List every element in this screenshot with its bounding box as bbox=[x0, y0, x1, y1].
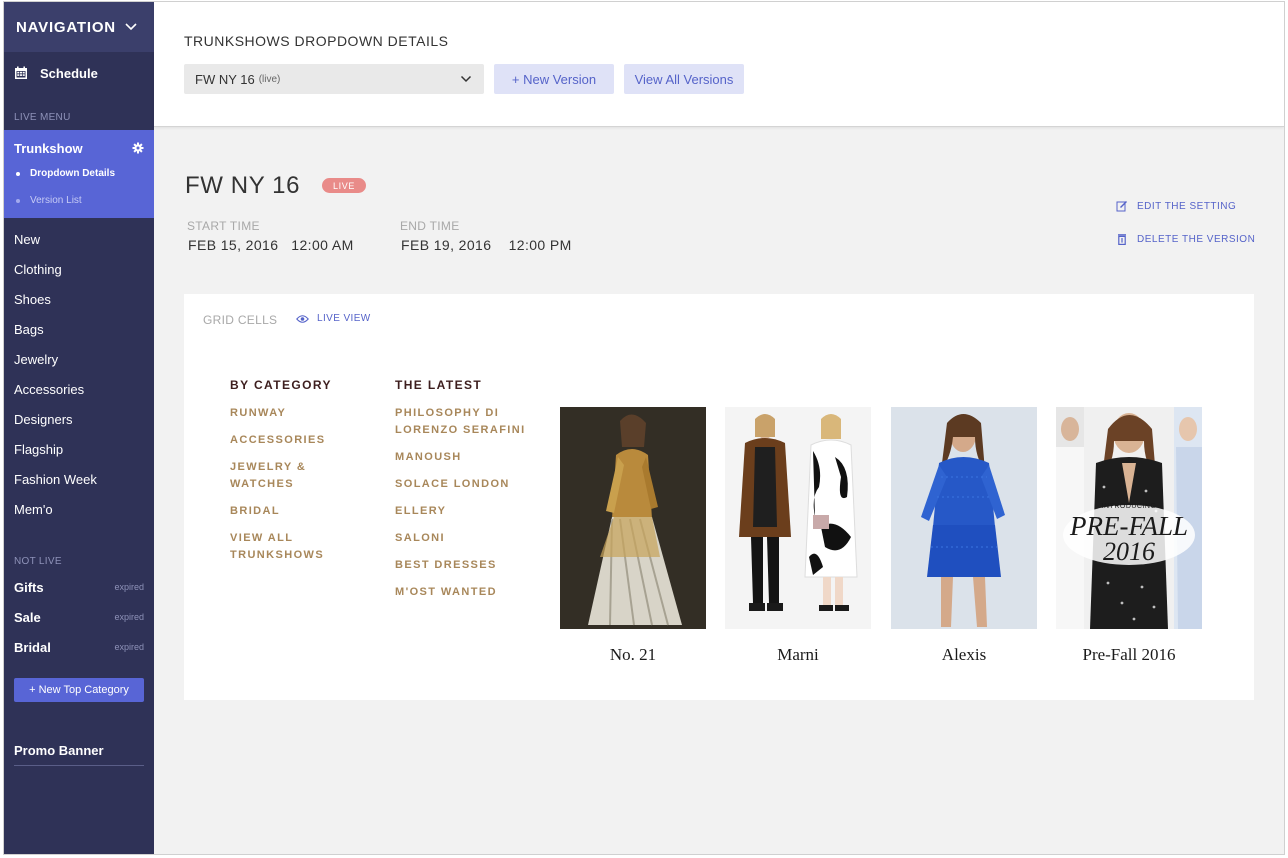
selected-version: FW NY 16 bbox=[195, 71, 255, 87]
grid-cells-label: GRID CELLS bbox=[203, 313, 278, 327]
grid-tile-no21[interactable]: No. 21 bbox=[560, 407, 706, 665]
end-time-label: END TIME bbox=[400, 219, 460, 233]
sidebar-item-bridal[interactable]: Bridal expired bbox=[4, 632, 154, 662]
latest-link-solace-london[interactable]: SOLACE LONDON bbox=[395, 476, 545, 493]
tile-overlay-intro: INTRODUCING bbox=[1101, 503, 1157, 510]
tile-image bbox=[560, 407, 706, 629]
bullet-icon bbox=[16, 171, 20, 176]
item-label: Gifts bbox=[14, 579, 44, 595]
app-window: NAVIGATION Schedule LIVE MENU Trunkshow … bbox=[4, 2, 1284, 854]
category-link-jewelry-watches[interactable]: JEWELRY & WATCHES bbox=[230, 459, 370, 493]
edit-setting-label: EDIT THE SETTING bbox=[1137, 200, 1237, 212]
category-link-runway[interactable]: RUNWAY bbox=[230, 405, 370, 422]
the-latest-column: THE LATEST PHILOSOPHY DI LORENZO SERAFIN… bbox=[395, 378, 545, 611]
sub-item-label: Dropdown Details bbox=[30, 168, 116, 179]
latest-link-ellery[interactable]: ELLERY bbox=[395, 503, 545, 520]
grid-tile-prefall-2016[interactable]: INTRODUCING PRE-FALL 2016 Pre-Fall 2016 bbox=[1056, 407, 1202, 665]
category-link-accessories[interactable]: ACCESSORIES bbox=[230, 432, 370, 449]
bullet-icon bbox=[16, 198, 20, 203]
item-label: Sale bbox=[14, 609, 41, 625]
start-time-value: FEB 15, 2016 12:00 AM bbox=[188, 237, 354, 253]
live-view-label: LIVE VIEW bbox=[317, 313, 371, 324]
category-link-bridal[interactable]: BRIDAL bbox=[230, 503, 370, 520]
sidebar-item-accessories[interactable]: Accessories bbox=[4, 374, 154, 404]
expired-status: expired bbox=[114, 612, 144, 622]
sidebar-item-memo[interactable]: Mem'o bbox=[4, 494, 154, 524]
item-label: Bridal bbox=[14, 639, 51, 655]
view-all-versions-button[interactable]: View All Versions bbox=[624, 64, 744, 94]
edit-icon bbox=[1116, 200, 1128, 212]
tile-image bbox=[891, 407, 1037, 629]
calendar-icon bbox=[14, 66, 28, 80]
sidebar-item-fashion-week[interactable]: Fashion Week bbox=[4, 464, 154, 494]
tile-image: INTRODUCING PRE-FALL 2016 bbox=[1056, 407, 1202, 629]
by-category-heading: BY CATEGORY bbox=[230, 378, 332, 392]
sidebar-item-schedule[interactable]: Schedule bbox=[4, 52, 154, 94]
trash-icon bbox=[1116, 233, 1128, 246]
tile-caption: Alexis bbox=[941, 645, 987, 664]
latest-link-manoush[interactable]: MANOUSH bbox=[395, 449, 545, 466]
latest-link-best-dresses[interactable]: BEST DRESSES bbox=[395, 557, 545, 574]
sidebar-item-shoes[interactable]: Shoes bbox=[4, 284, 154, 314]
navigation-title: NAVIGATION bbox=[16, 18, 116, 36]
new-version-button[interactable]: + New Version bbox=[494, 64, 614, 94]
chevron-down-icon bbox=[460, 73, 472, 85]
edit-setting-link[interactable]: EDIT THE SETTING bbox=[1116, 200, 1236, 212]
sidebar-item-promo-banner[interactable]: Promo Banner bbox=[14, 736, 144, 766]
gear-icon[interactable] bbox=[132, 142, 144, 154]
expired-status: expired bbox=[114, 642, 144, 652]
navigation-header[interactable]: NAVIGATION bbox=[4, 2, 154, 52]
selected-version-tag: (live) bbox=[258, 73, 281, 85]
grid-cells-panel: GRID CELLS LIVE VIEW BY CATEGORY RUNWAY … bbox=[184, 294, 1254, 700]
live-menu-label: LIVE MENU bbox=[14, 112, 71, 123]
grid-tile-marni[interactable]: Marni bbox=[725, 407, 871, 665]
top-panel: TRUNKSHOWS DROPDOWN DETAILS FW NY 16 (li… bbox=[154, 2, 1284, 127]
tile-caption: Marni bbox=[777, 645, 819, 664]
sidebar-item-bags[interactable]: Bags bbox=[4, 314, 154, 344]
status-badge: LIVE bbox=[322, 178, 366, 193]
version-title: FW NY 16 bbox=[185, 172, 301, 199]
latest-link-philosophy[interactable]: PHILOSOPHY DI LORENZO SERAFINI bbox=[395, 405, 545, 439]
eye-icon bbox=[296, 314, 309, 324]
sidebar: NAVIGATION Schedule LIVE MENU Trunkshow … bbox=[4, 2, 154, 854]
category-link-view-all[interactable]: VIEW ALL TRUNKSHOWS bbox=[230, 530, 370, 564]
sidebar-item-designers[interactable]: Designers bbox=[4, 404, 154, 434]
sidebar-item-sale[interactable]: Sale expired bbox=[4, 602, 154, 632]
expired-status: expired bbox=[114, 582, 144, 592]
sidebar-item-clothing[interactable]: Clothing bbox=[4, 254, 154, 284]
delete-version-link[interactable]: DELETE THE VERSION bbox=[1116, 233, 1256, 246]
delete-version-label: DELETE THE VERSION bbox=[1137, 233, 1256, 245]
the-latest-heading: THE LATEST bbox=[395, 378, 483, 392]
sub-item-label: Version List bbox=[30, 195, 82, 206]
sidebar-item-flagship[interactable]: Flagship bbox=[4, 434, 154, 464]
live-view-link[interactable]: LIVE VIEW bbox=[296, 313, 371, 324]
page-title: TRUNKSHOWS DROPDOWN DETAILS bbox=[184, 33, 449, 49]
end-time-value: FEB 19, 2016 12:00 PM bbox=[401, 237, 572, 253]
trunkshow-label: Trunkshow bbox=[14, 140, 83, 156]
not-live-label: NOT LIVE bbox=[14, 556, 62, 567]
new-top-category-button[interactable]: + New Top Category bbox=[14, 678, 144, 702]
sidebar-subitem-version-list[interactable]: Version List bbox=[4, 187, 154, 214]
sidebar-item-trunkshow[interactable]: Trunkshow bbox=[4, 136, 154, 160]
schedule-label: Schedule bbox=[40, 65, 98, 81]
tile-overlay-year: 2016 bbox=[1103, 537, 1155, 566]
tile-caption: No. 21 bbox=[609, 645, 657, 664]
by-category-column: BY CATEGORY RUNWAY ACCESSORIES JEWELRY &… bbox=[230, 378, 370, 574]
latest-link-most-wanted[interactable]: M'OST WANTED bbox=[395, 584, 545, 601]
tile-caption: Pre-Fall 2016 bbox=[1082, 645, 1176, 664]
active-menu-block: Trunkshow Dropdown Details Version List bbox=[4, 130, 154, 218]
latest-link-saloni[interactable]: SALONI bbox=[395, 530, 545, 547]
grid-tile-alexis[interactable]: Alexis bbox=[891, 407, 1037, 665]
menu-list: New Clothing Shoes Bags Jewelry Accessor… bbox=[4, 224, 154, 524]
tile-image bbox=[725, 407, 871, 629]
sidebar-item-new[interactable]: New bbox=[4, 224, 154, 254]
start-time-label: START TIME bbox=[187, 219, 260, 233]
sidebar-subitem-dropdown-details[interactable]: Dropdown Details bbox=[4, 160, 154, 187]
chevron-down-icon bbox=[124, 20, 138, 34]
sidebar-item-gifts[interactable]: Gifts expired bbox=[4, 572, 154, 602]
version-dropdown[interactable]: FW NY 16 (live) bbox=[184, 64, 484, 94]
sidebar-item-jewelry[interactable]: Jewelry bbox=[4, 344, 154, 374]
